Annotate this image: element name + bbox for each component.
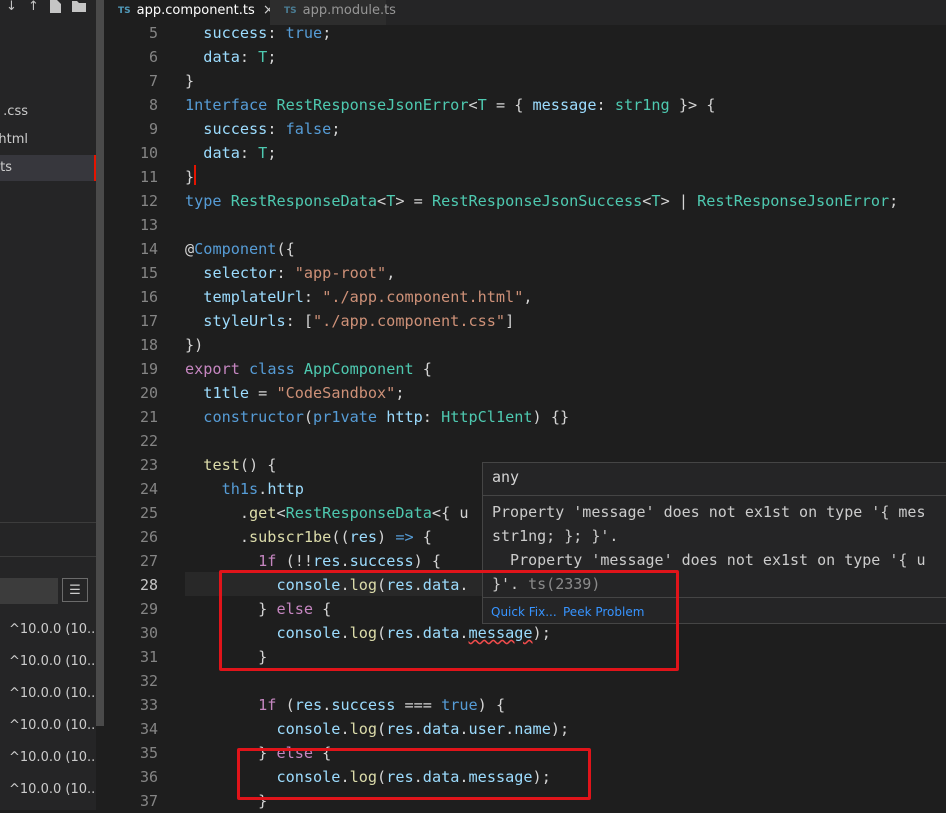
file-item-ts[interactable]: .ts xyxy=(0,155,96,181)
code-line-5: success: true; xyxy=(203,25,332,42)
code-line-12: type RestResponseData<T> = RestResponseJ… xyxy=(185,192,899,210)
line-number: 34 xyxy=(139,720,158,738)
file-item-css[interactable]: .css xyxy=(0,99,96,125)
dependency-version: ^10.0.0 (10.... xyxy=(9,654,96,669)
line-number: 35 xyxy=(139,744,158,762)
code-line-6: data: T; xyxy=(203,48,277,66)
file-item-html[interactable]: .html xyxy=(0,127,96,153)
code-line-23: test() { xyxy=(203,456,277,474)
hover-error-message: Property 'message' does not ex1st on typ… xyxy=(492,503,926,521)
code-line-14: @Component({ xyxy=(185,240,295,258)
line-number: 6 xyxy=(148,48,158,66)
arrow-down-icon[interactable]: ↓ xyxy=(6,0,17,14)
code-line-10: data: T; xyxy=(203,144,277,162)
code-line-8: 1nterface RestResponseJsonError<T = { me… xyxy=(185,96,716,114)
line-number: 33 xyxy=(139,696,158,714)
line-number: 17 xyxy=(139,312,158,330)
dependency-version: ^10.0.0 (10.... xyxy=(9,782,96,797)
annotation-box xyxy=(219,570,679,671)
code-line-33: 1f (res.success === true) { xyxy=(258,696,506,714)
line-number: 21 xyxy=(139,408,158,426)
explorer-sidebar: ↓ ↑ .css .html .ts ☰ ^10.0.0 (10.... ^10… xyxy=(0,0,96,810)
line-number: 20 xyxy=(139,384,158,402)
code-line-21: constructor(pr1vate http: HttpCl1ent) {} xyxy=(203,408,570,426)
file-label: .html xyxy=(0,132,28,147)
code-editor[interactable]: success: true; data: T; } 1nterface Rest… xyxy=(185,25,946,810)
line-number: 26 xyxy=(139,528,158,546)
line-number: 27 xyxy=(139,552,158,570)
line-number: 18 xyxy=(139,336,158,354)
file-label: .css xyxy=(3,104,28,119)
dependency-version: ^10.0.0 (10.... xyxy=(9,622,96,637)
hover-type-label: any xyxy=(492,468,520,486)
code-line-24: th1s.http xyxy=(221,480,304,498)
dependency-search-input[interactable] xyxy=(0,578,58,604)
line-number: 15 xyxy=(139,264,158,282)
line-number: 11 xyxy=(139,168,158,186)
code-line-20: t1tle = "CodeSandbox"; xyxy=(203,384,405,402)
hover-error-message: str1ng; }; }'. xyxy=(492,527,619,545)
line-number: 22 xyxy=(139,432,158,450)
dependency-version: ^10.0.0 (10.... xyxy=(9,750,96,765)
line-number: 36 xyxy=(139,768,158,786)
typescript-icon: TS xyxy=(118,6,131,16)
explorer-toolbar: ↓ ↑ xyxy=(0,0,96,18)
code-line-11: } xyxy=(185,165,197,189)
hover-error-message: Property 'message' does not ex1st on typ… xyxy=(492,551,926,569)
file-label: .ts xyxy=(0,160,12,175)
line-number: 28 xyxy=(139,576,158,594)
line-number: 8 xyxy=(148,96,158,114)
code-line-17: styleUrls: ["./app.component.css"] xyxy=(203,312,515,330)
line-number: 37 xyxy=(139,792,158,810)
line-number: 25 xyxy=(139,504,158,522)
panel-divider xyxy=(0,556,96,557)
code-line-7: } xyxy=(185,72,195,90)
line-number: 12 xyxy=(139,192,158,210)
new-file-icon[interactable] xyxy=(50,0,61,17)
line-number: 31 xyxy=(139,648,158,666)
panel-divider xyxy=(0,522,96,523)
annotation-box xyxy=(237,748,591,800)
dependency-version: ^10.0.0 (10.... xyxy=(9,686,96,701)
line-number: 19 xyxy=(139,360,158,378)
typescript-icon: TS xyxy=(284,6,297,16)
line-number: 30 xyxy=(139,624,158,642)
tab-label: app.component.ts xyxy=(136,3,255,18)
line-number: 23 xyxy=(139,456,158,474)
line-number: 13 xyxy=(139,216,158,234)
arrow-up-icon[interactable]: ↑ xyxy=(28,0,39,14)
sidebar-scrollbar[interactable] xyxy=(96,0,104,726)
code-line-18: }) xyxy=(185,336,204,354)
line-number: 10 xyxy=(139,144,158,162)
line-number: 14 xyxy=(139,240,158,258)
hover-divider xyxy=(483,495,946,496)
code-line-15: selector: "app-root", xyxy=(203,264,396,282)
code-line-34: console.log(res.data.user.name); xyxy=(276,720,570,738)
line-number: 5 xyxy=(148,24,158,42)
code-line-16: templateUrl: "./app.component.html", xyxy=(203,288,533,306)
new-folder-icon[interactable] xyxy=(72,0,86,16)
line-number-gutter: 5 6 7 8 9 10 11 12 13 14 15 16 17 18 19 20 21 22 23 24 25 26 2… xyxy=(106,24,176,810)
tab-app-module-ts[interactable]: TS app.module.ts xyxy=(270,0,396,25)
line-number: 16 xyxy=(139,288,158,306)
dependency-version: ^10.0.0 (10.... xyxy=(9,718,96,733)
line-number: 7 xyxy=(148,72,158,90)
code-line-25: .get<RestResponseData<{ u xyxy=(185,504,469,522)
code-line-9: success: false; xyxy=(203,120,341,138)
line-number: 24 xyxy=(139,480,158,498)
line-number: 9 xyxy=(148,120,158,138)
code-line-26: .subscr1be((res) => { xyxy=(185,528,432,546)
code-line-19: export class AppComponent { xyxy=(185,360,432,378)
line-number: 29 xyxy=(139,600,158,618)
tab-label: app.module.ts xyxy=(302,3,396,18)
line-number: 32 xyxy=(139,672,158,690)
editor-tab-bar: TS app.component.ts × TS app.module.ts xyxy=(104,0,946,25)
menu-icon[interactable]: ☰ xyxy=(62,578,88,602)
text-cursor xyxy=(194,165,197,185)
